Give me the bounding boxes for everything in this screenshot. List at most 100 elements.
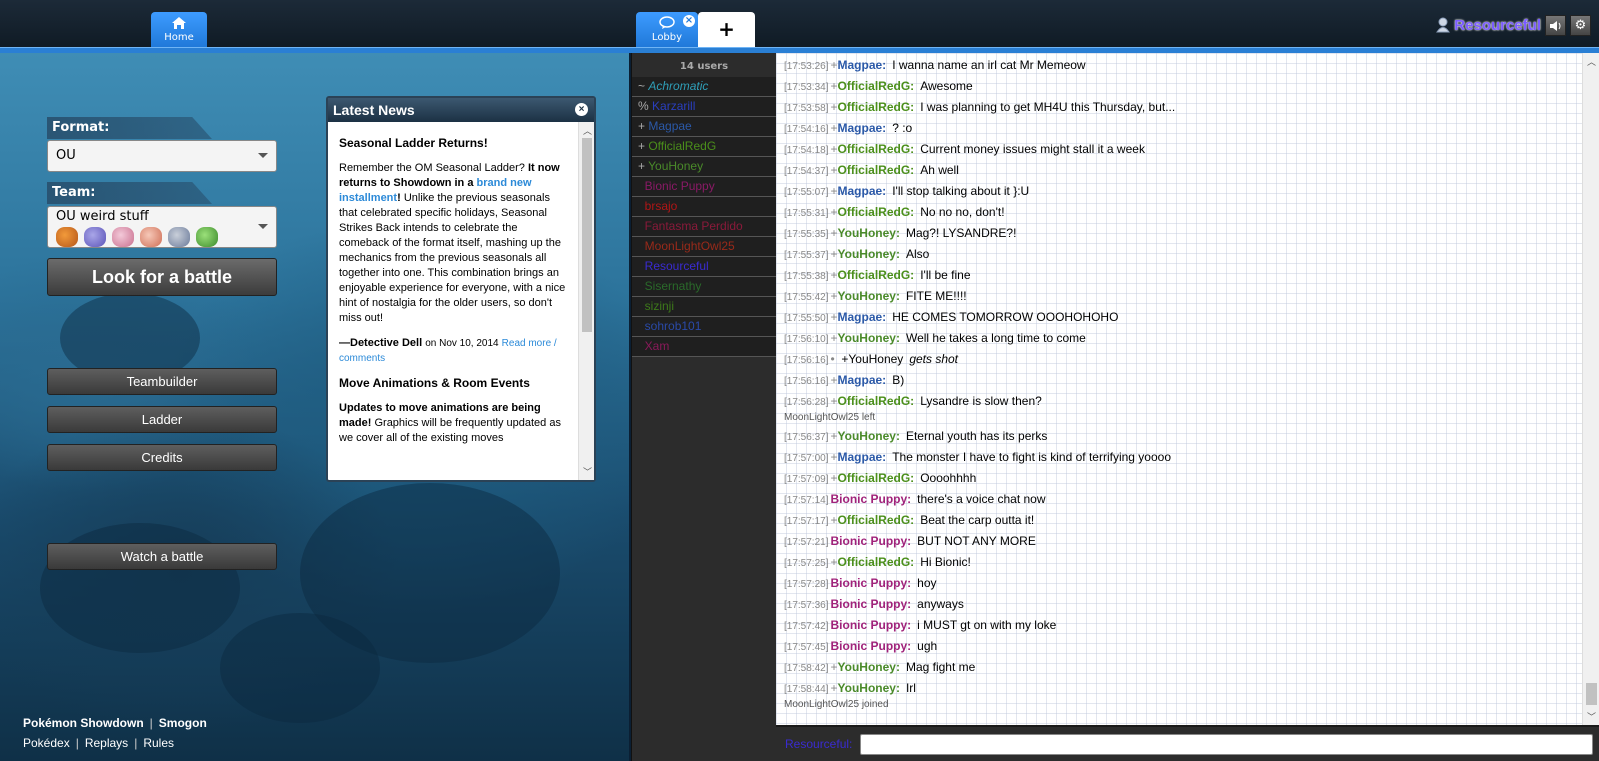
message-author[interactable]: Magpae: [838,58,887,72]
message-text: Well he takes a long time to come [905,331,1086,345]
userlist-item[interactable]: brsajo [632,197,776,217]
chevron-down-icon[interactable]: ﹀ [583,465,592,478]
message-author[interactable]: Bionic Puppy: [830,597,911,611]
message-timestamp: [17:55:07] [784,187,829,198]
rules-link[interactable]: Rules [143,736,174,750]
userlist-item[interactable]: sizinji [632,297,776,317]
new-tab-button[interactable]: + [698,12,755,48]
userlist-item[interactable]: Resourceful [632,257,776,277]
user-rank: + [830,373,838,387]
message-text: hoy [917,576,937,590]
message-text: I wanna name an irl cat Mr Memeow [892,58,1086,72]
message-author[interactable]: Bionic Puppy: [830,639,911,653]
message-author[interactable]: YouHoney: [838,226,900,240]
message-text: I'll stop talking about it }:U [892,184,1030,198]
message-author[interactable]: YouHoney: [838,289,900,303]
message-author[interactable]: OfficialRedG: [838,268,915,282]
message-author[interactable]: OfficialRedG: [838,142,915,156]
tab-lobby-label: Lobby [651,32,683,43]
chevron-down-icon[interactable]: ﹀ [1587,710,1596,723]
settings-button[interactable]: ⚙ [1570,14,1591,36]
message-author[interactable]: Bionic Puppy: [830,618,911,632]
message-author[interactable]: OfficialRedG: [838,163,915,177]
user-name: sizinji [644,299,675,313]
message-author[interactable]: Magpae: [838,184,887,198]
userlist-item[interactable]: Bionic Puppy [632,177,776,197]
message-text: anyways [917,597,964,611]
userlist-item[interactable]: ~ Achromatic [632,77,776,97]
tab-lobby[interactable]: Lobby × [636,12,698,48]
close-icon[interactable]: × [575,103,588,116]
news-item-text: Updates to move animations are being mad… [339,402,561,444]
message-author[interactable]: YouHoney: [838,247,900,261]
message-author[interactable]: OfficialRedG: [838,394,915,408]
message-author[interactable]: YouHoney: [838,331,900,345]
message-author[interactable]: OfficialRedG: [838,100,915,114]
team-select[interactable]: OU weird stuff [47,206,277,248]
tab-home[interactable]: Home [151,12,207,48]
teambuilder-button[interactable]: Teambuilder [47,368,277,395]
message-author[interactable]: Magpae: [838,310,887,324]
message-text: I'll be fine [920,268,971,282]
message-author[interactable]: OfficialRedG: [838,205,915,219]
pokemon-icon [84,227,106,247]
news-scrollbar[interactable]: ︿ ﹀ [578,122,594,480]
userlist-item[interactable]: + Magpae [632,117,776,137]
top-header: Home Lobby × + Resourceful ⚙ [0,0,1599,50]
user-rank: ~ [638,79,649,93]
chat-message: [17:55:50] +Magpae: HE COMES TOMORROW OOOH… [784,307,1579,328]
user-name: Bionic Puppy [644,179,715,193]
userlist-item[interactable]: Xam [632,337,776,357]
message-author[interactable]: OfficialRedG: [838,471,915,485]
showdown-link[interactable]: Pokémon Showdown [23,716,144,730]
credits-button[interactable]: Credits [47,444,277,471]
watch-battle-button[interactable]: Watch a battle [47,543,277,570]
user-rank: + [830,471,838,485]
format-select[interactable]: OU [47,140,277,172]
message-author[interactable]: Magpae: [838,373,887,387]
message-author[interactable]: OfficialRedG: [838,79,915,93]
message-author[interactable]: Bionic Puppy: [830,576,911,590]
message-author[interactable]: +YouHoney [841,352,903,366]
scroll-thumb[interactable] [1586,683,1597,705]
chevron-up-icon[interactable]: ︿ [1587,55,1596,68]
userlist-item[interactable]: + YouHoney [632,157,776,177]
message-author[interactable]: Bionic Puppy: [830,534,911,548]
message-author[interactable]: YouHoney: [838,429,900,443]
scroll-thumb[interactable] [582,138,592,332]
gear-icon: ⚙ [1574,17,1587,33]
pokedex-link[interactable]: Pokédex [23,736,70,750]
team-name: OU weird stuff [56,209,149,224]
close-tab-icon[interactable]: × [683,15,695,27]
sound-button[interactable] [1545,14,1566,36]
user-name: Karzarill [652,99,696,113]
userlist-item[interactable]: + OfficialRedG [632,137,776,157]
replays-link[interactable]: Replays [85,736,128,750]
userlist-item[interactable]: Sisernathy [632,277,776,297]
userlist-item[interactable]: % Karzarill [632,97,776,117]
username[interactable]: Resourceful [1454,17,1541,34]
ladder-button[interactable]: Ladder [47,406,277,433]
message-author[interactable]: YouHoney: [838,681,900,695]
userlist-item[interactable]: MoonLightOwl25 [632,237,776,257]
user-rank: + [830,394,838,408]
message-author[interactable]: YouHoney: [838,660,900,674]
message-author[interactable]: Magpae: [838,450,887,464]
user-rank: + [830,121,838,135]
userlist-item[interactable]: sohrob101 [632,317,776,337]
userlist-item[interactable]: Fantasma Perdido [632,217,776,237]
message-timestamp: [17:57:09] [784,474,829,485]
message-author[interactable]: Magpae: [838,121,887,135]
chat-scrollbar[interactable]: ︿ ﹀ [1582,53,1599,725]
chat-message: [17:53:34] +OfficialRedG: Awesome [784,76,1579,97]
chevron-up-icon[interactable]: ︿ [583,124,592,137]
format-value: OU [56,148,76,163]
message-author[interactable]: OfficialRedG: [838,555,915,569]
chat-input[interactable] [860,734,1593,755]
message-text: ? :o [892,121,913,135]
message-author[interactable]: Bionic Puppy: [830,492,911,506]
smogon-link[interactable]: Smogon [159,716,207,730]
user-name: Resourceful [644,259,709,273]
message-author[interactable]: OfficialRedG: [838,513,915,527]
look-for-battle-button[interactable]: Look for a battle [47,258,277,296]
